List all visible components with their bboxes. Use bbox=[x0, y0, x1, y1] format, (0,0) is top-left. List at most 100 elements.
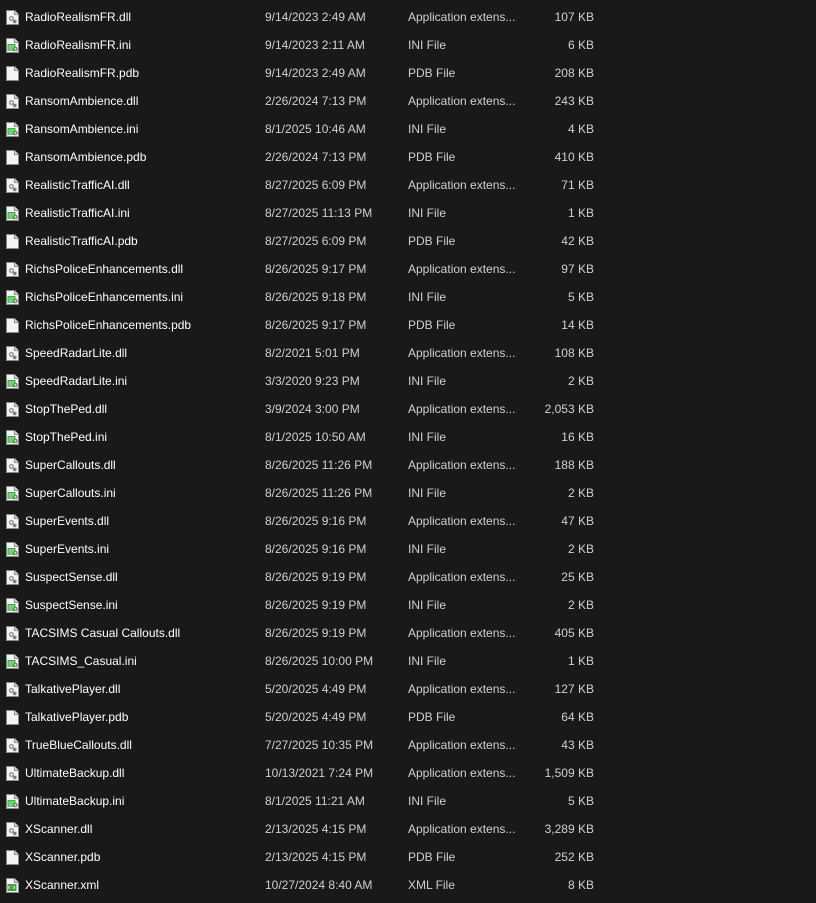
ini-file-icon bbox=[6, 206, 19, 221]
file-date-modified: 8/27/2025 6:09 PM bbox=[265, 178, 367, 192]
file-type: PDB File bbox=[408, 66, 456, 80]
ini-file-icon bbox=[6, 598, 19, 613]
dll-file-icon bbox=[6, 402, 19, 417]
file-date-modified: 2/13/2025 4:15 PM bbox=[265, 822, 367, 836]
file-size: 2 KB bbox=[567, 598, 594, 612]
file-date-modified: 8/26/2025 9:17 PM bbox=[265, 262, 367, 276]
file-type: Application extens... bbox=[408, 822, 516, 836]
file-row[interactable]: SuperEvents.ini 8/26/2025 9:16 PM INI Fi… bbox=[0, 535, 816, 563]
file-size: 108 KB bbox=[554, 346, 594, 360]
file-date-modified: 10/27/2024 8:40 AM bbox=[265, 878, 373, 892]
file-type: INI File bbox=[408, 794, 447, 808]
file-type: Application extens... bbox=[408, 682, 516, 696]
file-row[interactable]: SuperEvents.dll 8/26/2025 9:16 PM Applic… bbox=[0, 507, 816, 535]
file-row[interactable]: RansomAmbience.pdb 2/26/2024 7:13 PM PDB… bbox=[0, 143, 816, 171]
file-row[interactable]: RadioRealismFR.pdb 9/14/2023 2:49 AM PDB… bbox=[0, 59, 816, 87]
file-row[interactable]: SuperCallouts.ini 8/26/2025 11:26 PM INI… bbox=[0, 479, 816, 507]
file-name: RansomAmbience.dll bbox=[25, 94, 139, 108]
file-date-modified: 9/14/2023 2:49 AM bbox=[265, 10, 366, 24]
file-row[interactable]: TrueBlueCallouts.dll 7/27/2025 10:35 PM … bbox=[0, 731, 816, 759]
file-type: PDB File bbox=[408, 318, 456, 332]
file-size: 47 KB bbox=[561, 514, 594, 528]
file-name: SuspectSense.dll bbox=[25, 570, 118, 584]
file-name: SuperEvents.ini bbox=[25, 542, 110, 556]
file-type: Application extens... bbox=[408, 570, 516, 584]
file-row[interactable]: TalkativePlayer.dll 5/20/2025 4:49 PM Ap… bbox=[0, 675, 816, 703]
file-type: Application extens... bbox=[408, 766, 516, 780]
file-row[interactable]: SpeedRadarLite.ini 3/3/2020 9:23 PM INI … bbox=[0, 367, 816, 395]
file-type: Application extens... bbox=[408, 10, 516, 24]
file-name: XScanner.xml bbox=[25, 878, 100, 892]
file-row[interactable]: SpeedRadarLite.dll 8/2/2021 5:01 PM Appl… bbox=[0, 339, 816, 367]
dll-file-icon bbox=[6, 626, 19, 641]
blank-file-icon bbox=[6, 318, 19, 333]
dll-file-icon bbox=[6, 570, 19, 585]
blank-file-icon bbox=[6, 850, 19, 865]
file-type: Application extens... bbox=[408, 346, 516, 360]
dll-file-icon bbox=[6, 94, 19, 109]
file-row[interactable]: RichsPoliceEnhancements.dll 8/26/2025 9:… bbox=[0, 255, 816, 283]
file-date-modified: 8/26/2025 9:17 PM bbox=[265, 318, 367, 332]
file-row[interactable]: RadioRealismFR.dll 9/14/2023 2:49 AM App… bbox=[0, 3, 816, 31]
file-date-modified: 5/20/2025 4:49 PM bbox=[265, 710, 367, 724]
file-row[interactable]: RichsPoliceEnhancements.ini 8/26/2025 9:… bbox=[0, 283, 816, 311]
file-row[interactable]: TalkativePlayer.pdb 5/20/2025 4:49 PM PD… bbox=[0, 703, 816, 731]
file-type: PDB File bbox=[408, 710, 456, 724]
dll-file-icon bbox=[6, 766, 19, 781]
file-name: RealisticTrafficAI.dll bbox=[25, 178, 130, 192]
file-type: XML File bbox=[408, 878, 455, 892]
file-row[interactable]: UltimateBackup.dll 10/13/2021 7:24 PM Ap… bbox=[0, 759, 816, 787]
file-size: 64 KB bbox=[561, 710, 594, 724]
file-row[interactable]: XScanner.pdb 2/13/2025 4:15 PM PDB File … bbox=[0, 843, 816, 871]
file-row[interactable]: XScanner.xml 10/27/2024 8:40 AM XML File… bbox=[0, 871, 816, 899]
file-date-modified: 10/13/2021 7:24 PM bbox=[265, 766, 374, 780]
file-size: 188 KB bbox=[554, 458, 594, 472]
file-date-modified: 8/1/2025 10:50 AM bbox=[265, 430, 366, 444]
file-size: 4 KB bbox=[567, 122, 594, 136]
file-row[interactable]: RealisticTrafficAI.ini 8/27/2025 11:13 P… bbox=[0, 199, 816, 227]
file-name: SuspectSense.ini bbox=[25, 598, 118, 612]
file-row[interactable]: SuperCallouts.dll 8/26/2025 11:26 PM App… bbox=[0, 451, 816, 479]
file-type: Application extens... bbox=[408, 94, 516, 108]
dll-file-icon bbox=[6, 514, 19, 529]
file-name: RadioRealismFR.ini bbox=[25, 38, 132, 52]
file-name: RansomAmbience.ini bbox=[25, 122, 139, 136]
file-date-modified: 5/20/2025 4:49 PM bbox=[265, 682, 367, 696]
file-row[interactable]: RealisticTrafficAI.dll 8/27/2025 6:09 PM… bbox=[0, 171, 816, 199]
file-size: 43 KB bbox=[561, 738, 594, 752]
file-type: Application extens... bbox=[408, 626, 516, 640]
file-type: INI File bbox=[408, 38, 447, 52]
file-size: 2 KB bbox=[567, 374, 594, 388]
file-row[interactable]: StopThePed.ini 8/1/2025 10:50 AM INI Fil… bbox=[0, 423, 816, 451]
file-type: Application extens... bbox=[408, 458, 516, 472]
file-row[interactable]: TACSIMS Casual Callouts.dll 8/26/2025 9:… bbox=[0, 619, 816, 647]
file-name: TrueBlueCallouts.dll bbox=[25, 738, 132, 752]
file-type: Application extens... bbox=[408, 402, 516, 416]
ini-file-icon bbox=[6, 374, 19, 389]
file-row[interactable]: RealisticTrafficAI.pdb 8/27/2025 6:09 PM… bbox=[0, 227, 816, 255]
dll-file-icon bbox=[6, 10, 19, 25]
file-name: SpeedRadarLite.ini bbox=[25, 374, 128, 388]
file-row[interactable]: RichsPoliceEnhancements.pdb 8/26/2025 9:… bbox=[0, 311, 816, 339]
file-date-modified: 8/26/2025 11:26 PM bbox=[265, 486, 373, 500]
file-name: SuperEvents.dll bbox=[25, 514, 110, 528]
file-row[interactable]: RadioRealismFR.ini 9/14/2023 2:11 AM INI… bbox=[0, 31, 816, 59]
file-row[interactable]: RansomAmbience.ini 8/1/2025 10:46 AM INI… bbox=[0, 115, 816, 143]
file-row[interactable]: SuspectSense.ini 8/26/2025 9:19 PM INI F… bbox=[0, 591, 816, 619]
file-name: RichsPoliceEnhancements.pdb bbox=[25, 318, 192, 332]
dll-file-icon bbox=[6, 178, 19, 193]
file-row[interactable]: RansomAmbience.dll 2/26/2024 7:13 PM App… bbox=[0, 87, 816, 115]
file-date-modified: 8/2/2021 5:01 PM bbox=[265, 346, 360, 360]
file-type: INI File bbox=[408, 430, 447, 444]
file-row[interactable]: UltimateBackup.ini 8/1/2025 11:21 AM INI… bbox=[0, 787, 816, 815]
file-name: RadioRealismFR.dll bbox=[25, 10, 132, 24]
file-row[interactable]: TACSIMS_Casual.ini 8/26/2025 10:00 PM IN… bbox=[0, 647, 816, 675]
file-size: 1 KB bbox=[567, 206, 594, 220]
file-name: SpeedRadarLite.dll bbox=[25, 346, 128, 360]
file-name: RealisticTrafficAI.ini bbox=[25, 206, 130, 220]
ini-file-icon bbox=[6, 542, 19, 557]
file-name: RadioRealismFR.pdb bbox=[25, 66, 140, 80]
file-row[interactable]: SuspectSense.dll 8/26/2025 9:19 PM Appli… bbox=[0, 563, 816, 591]
file-row[interactable]: XScanner.dll 2/13/2025 4:15 PM Applicati… bbox=[0, 815, 816, 843]
file-row[interactable]: StopThePed.dll 3/9/2024 3:00 PM Applicat… bbox=[0, 395, 816, 423]
